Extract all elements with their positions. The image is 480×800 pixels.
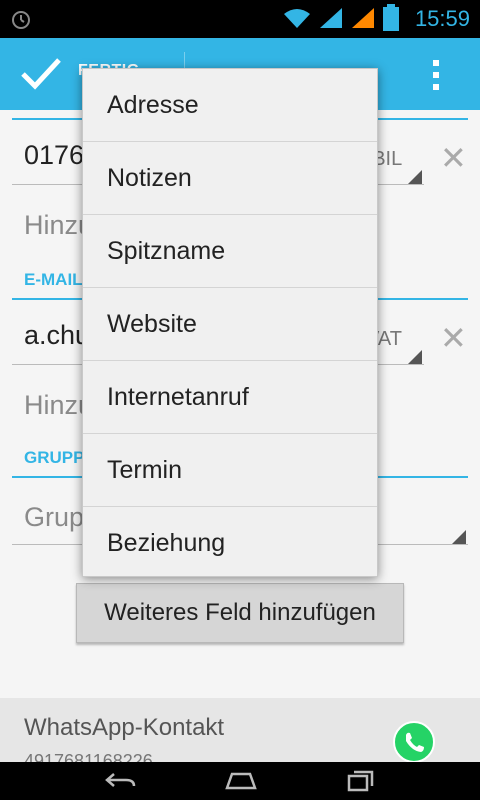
menu-item-label: Notizen — [107, 164, 192, 192]
home-icon[interactable] — [224, 770, 258, 792]
signal-icon-2 — [352, 8, 374, 28]
phone-field[interactable]: 0176 — [24, 140, 84, 171]
spinner-indicator — [452, 530, 466, 544]
menu-item-beziehung[interactable]: Beziehung — [83, 507, 377, 579]
back-icon[interactable] — [104, 770, 138, 792]
email-field[interactable]: a.chu — [24, 320, 90, 351]
whatsapp-icon[interactable] — [392, 720, 436, 764]
menu-item-label: Termin — [107, 456, 183, 484]
recent-apps-icon[interactable] — [346, 768, 376, 794]
menu-item-label: Website — [107, 310, 197, 338]
spinner-indicator — [408, 170, 422, 184]
status-bar: 15:59 — [0, 0, 480, 38]
whatsapp-number: 4917681168226 — [24, 751, 153, 762]
checkmark-icon — [21, 58, 61, 90]
menu-item-spitzname[interactable]: Spitzname — [83, 215, 377, 288]
menu-item-label: Internetanruf — [107, 383, 249, 411]
add-field-menu: Adresse Notizen Spitzname Website Intern… — [82, 68, 378, 577]
menu-item-label: Spitzname — [107, 237, 226, 265]
menu-item-internetanruf[interactable]: Internetanruf — [83, 361, 377, 434]
whatsapp-section[interactable]: WhatsApp-Kontakt 4917681168226 — [0, 698, 480, 764]
menu-item-label: Adresse — [107, 91, 199, 119]
overflow-menu-icon[interactable] — [432, 58, 440, 92]
menu-item-termin[interactable]: Termin — [83, 434, 377, 507]
alarm-icon — [12, 11, 30, 29]
battery-icon — [383, 4, 399, 31]
menu-item-adresse[interactable]: Adresse — [83, 69, 377, 142]
menu-item-website[interactable]: Website — [83, 288, 377, 361]
clock: 15:59 — [414, 6, 470, 31]
remove-email-icon[interactable]: ✕ — [440, 322, 467, 354]
menu-item-notizen[interactable]: Notizen — [83, 142, 377, 215]
add-field-button[interactable]: Weiteres Feld hinzufügen — [76, 583, 404, 643]
wifi-icon — [284, 9, 310, 28]
spinner-indicator — [408, 350, 422, 364]
navigation-bar — [0, 762, 480, 800]
remove-phone-icon[interactable]: ✕ — [440, 142, 467, 174]
email-section-header: E-MAIL — [24, 270, 83, 289]
menu-item-label: Beziehung — [107, 529, 226, 557]
whatsapp-title: WhatsApp-Kontakt — [24, 714, 225, 741]
signal-icon — [320, 8, 342, 28]
